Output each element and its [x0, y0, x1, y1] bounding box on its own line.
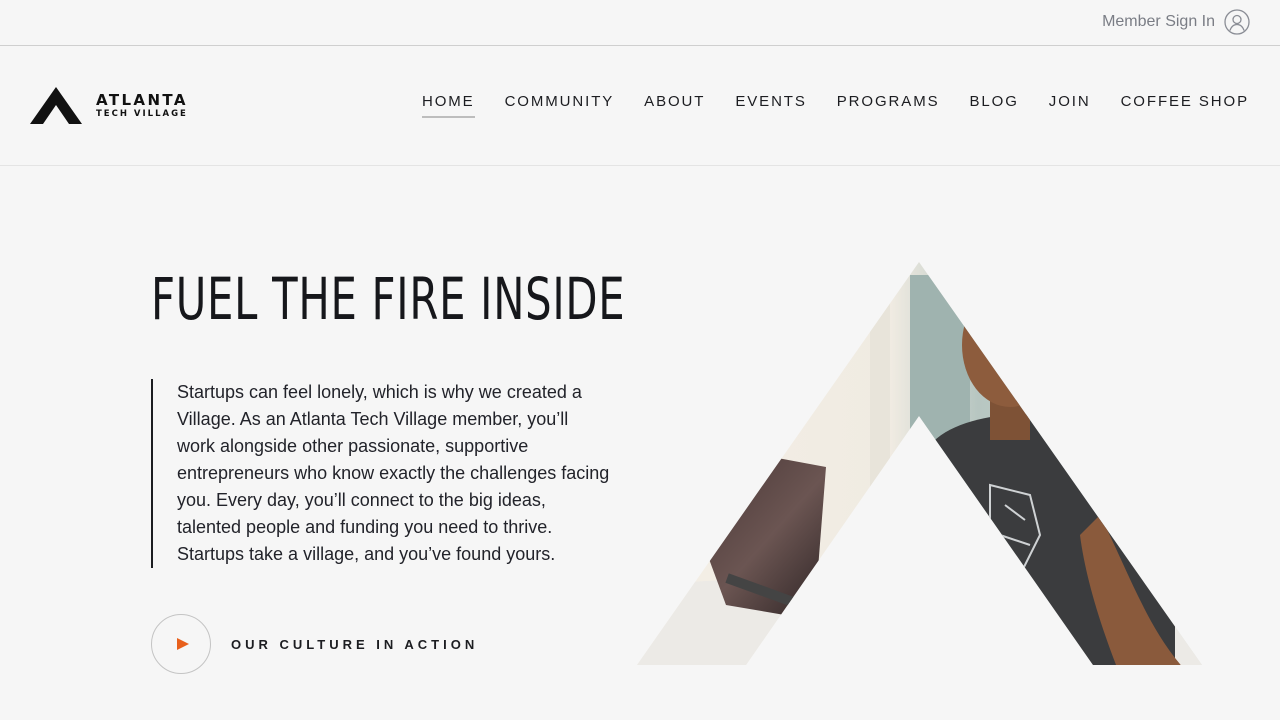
user-circle-icon — [1224, 9, 1250, 35]
nav-item-join[interactable]: JOIN — [1049, 93, 1091, 118]
nav-item-coffee-shop[interactable]: COFFEE SHOP — [1121, 93, 1249, 118]
culture-video-label[interactable]: OUR CULTURE IN ACTION — [231, 637, 478, 652]
utility-bar: Member Sign In — [0, 0, 1280, 46]
play-button[interactable] — [151, 614, 211, 674]
nav-item-home[interactable]: HOME — [421, 93, 475, 118]
atlanta-tech-village-logo[interactable]: ATLANTA TECH VILLAGE — [30, 87, 188, 124]
hero-title: FUEL THE FIRE INSIDE — [151, 265, 626, 333]
hero-description: Startups can feel lonely, which is why w… — [151, 379, 611, 568]
nav-item-programs[interactable]: PROGRAMS — [837, 93, 940, 118]
play-icon — [176, 638, 189, 650]
nav-item-blog[interactable]: BLOG — [970, 93, 1019, 118]
culture-video-cta[interactable]: OUR CULTURE IN ACTION — [151, 614, 478, 674]
main-nav: HOME COMMUNITY ABOUT EVENTS PROGRAMS BLO… — [421, 93, 1249, 118]
logo-line-1: ATLANTA — [96, 90, 188, 109]
nav-item-events[interactable]: EVENTS — [735, 93, 806, 118]
logo-wordmark: ATLANTA TECH VILLAGE — [96, 90, 188, 120]
hero-description-text: Startups can feel lonely, which is why w… — [177, 382, 610, 564]
member-sign-in-link[interactable]: Member Sign In — [1102, 9, 1250, 35]
hero-photo — [637, 262, 1202, 665]
logo-mark-icon — [30, 87, 82, 124]
member-sign-in-label: Member Sign In — [1102, 13, 1215, 30]
main-header: ATLANTA TECH VILLAGE HOME COMMUNITY ABOU… — [0, 46, 1280, 166]
nav-item-community[interactable]: COMMUNITY — [505, 93, 615, 118]
nav-item-about[interactable]: ABOUT — [644, 93, 705, 118]
logo-line-2: TECH VILLAGE — [96, 108, 188, 119]
